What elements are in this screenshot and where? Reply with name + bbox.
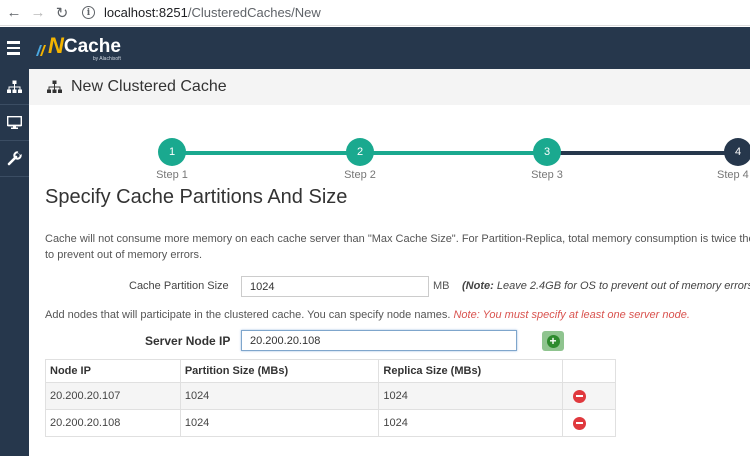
sitemap-icon (47, 80, 62, 93)
nodes-instructions: Add nodes that will participate in the c… (45, 309, 690, 321)
step-1-label: Step 1 (156, 169, 188, 181)
memory-info-text: Cache will not consume more memory on ea… (45, 231, 750, 263)
memory-info-line-2: to prevent out of memory errors. (45, 249, 203, 261)
step-4-circle[interactable]: 4 (724, 138, 750, 166)
forward-arrow-icon[interactable]: → (28, 3, 48, 23)
cell-replica-size: 1024 (378, 382, 564, 410)
app-header: N Cache by Alachisoft (0, 27, 750, 69)
logo-mark-icon (36, 44, 46, 56)
column-header-partition-size: Partition Size (MBs) (179, 359, 380, 383)
partition-size-label: Cache Partition Size (129, 280, 229, 292)
plus-icon: + (546, 334, 560, 348)
sidebar-item-tools[interactable] (0, 141, 29, 177)
nodes-warning: Note: You must specify at least one serv… (453, 309, 690, 321)
cell-partition-size: 1024 (179, 409, 380, 437)
server-node-ip-input[interactable]: 20.200.20.108 (241, 330, 517, 351)
step-2-label: Step 2 (344, 169, 376, 181)
monitor-icon (7, 116, 22, 129)
sidebar-item-monitor[interactable] (0, 105, 29, 141)
step-connector (171, 151, 361, 155)
nodes-instruction-text: Add nodes that will participate in the c… (45, 309, 451, 321)
step-3-label: Step 3 (531, 169, 563, 181)
info-icon[interactable]: i (82, 6, 95, 19)
remove-node-icon[interactable] (573, 389, 587, 403)
step-connector (360, 151, 548, 155)
section-title: Specify Cache Partitions And Size (45, 186, 348, 208)
address-bar[interactable]: i localhost:8251/ClusteredCaches/New (82, 3, 321, 23)
column-header-actions (562, 359, 616, 383)
step-4-label: Step 4 (717, 169, 749, 181)
mb-unit-label: MB (433, 280, 450, 292)
url-host: localhost:8251 (104, 5, 188, 20)
remove-node-icon[interactable] (573, 416, 587, 430)
ncache-logo[interactable]: N Cache by Alachisoft (35, 32, 121, 62)
cell-replica-size: 1024 (378, 409, 564, 437)
step-2-circle[interactable]: 2 (346, 138, 374, 166)
url-text[interactable]: localhost:8251/ClusteredCaches/New (104, 5, 321, 20)
sitemap-icon (7, 80, 22, 93)
step-3-circle[interactable]: 3 (533, 138, 561, 166)
note-bold: (Note: (462, 280, 494, 292)
wrench-icon (7, 151, 22, 166)
cell-node-ip: 20.200.20.107 (45, 382, 181, 410)
column-header-node-ip: Node IP (45, 359, 181, 383)
cell-actions (562, 409, 616, 437)
memory-info-line-1: Cache will not consume more memory on ea… (45, 233, 750, 245)
table-row: 20.200.20.108 1024 1024 (45, 409, 616, 437)
cell-actions (562, 382, 616, 410)
server-node-ip-label: Server Node IP (145, 334, 231, 348)
table-header-row: Node IP Partition Size (MBs) Replica Siz… (45, 359, 616, 383)
browser-toolbar: ← → ↻ i localhost:8251/ClusteredCaches/N… (0, 0, 750, 26)
logo-subtitle: by Alachisoft (92, 55, 121, 62)
back-arrow-icon[interactable]: ← (4, 3, 24, 23)
wizard-stepper: 1 Step 1 2 Step 2 3 Step 3 4 Step 4 (29, 105, 750, 185)
partition-size-input[interactable]: 1024 (241, 276, 429, 297)
cell-node-ip: 20.200.20.108 (45, 409, 181, 437)
cell-partition-size: 1024 (179, 382, 380, 410)
partition-note: (Note: Leave 2.4GB for OS to prevent out… (462, 280, 750, 292)
sidebar (0, 69, 29, 456)
add-node-button[interactable]: + (542, 331, 564, 351)
step-1-circle[interactable]: 1 (158, 138, 186, 166)
column-header-replica-size: Replica Size (MBs) (378, 359, 564, 383)
sidebar-item-clusters[interactable] (0, 69, 29, 105)
hamburger-menu-icon[interactable] (0, 27, 26, 69)
page-title: New Clustered Cache (71, 78, 227, 95)
step-connector (547, 151, 737, 155)
page-header: New Clustered Cache (29, 69, 750, 105)
logo-text: Cache (63, 35, 121, 57)
reload-icon[interactable]: ↻ (52, 3, 72, 23)
url-path: /ClusteredCaches/New (187, 5, 321, 20)
note-rest: Leave 2.4GB for OS to prevent out of mem… (493, 280, 750, 292)
logo-n: N (48, 32, 64, 58)
table-row: 20.200.20.107 1024 1024 (45, 382, 616, 410)
nodes-table: Node IP Partition Size (MBs) Replica Siz… (45, 359, 616, 437)
